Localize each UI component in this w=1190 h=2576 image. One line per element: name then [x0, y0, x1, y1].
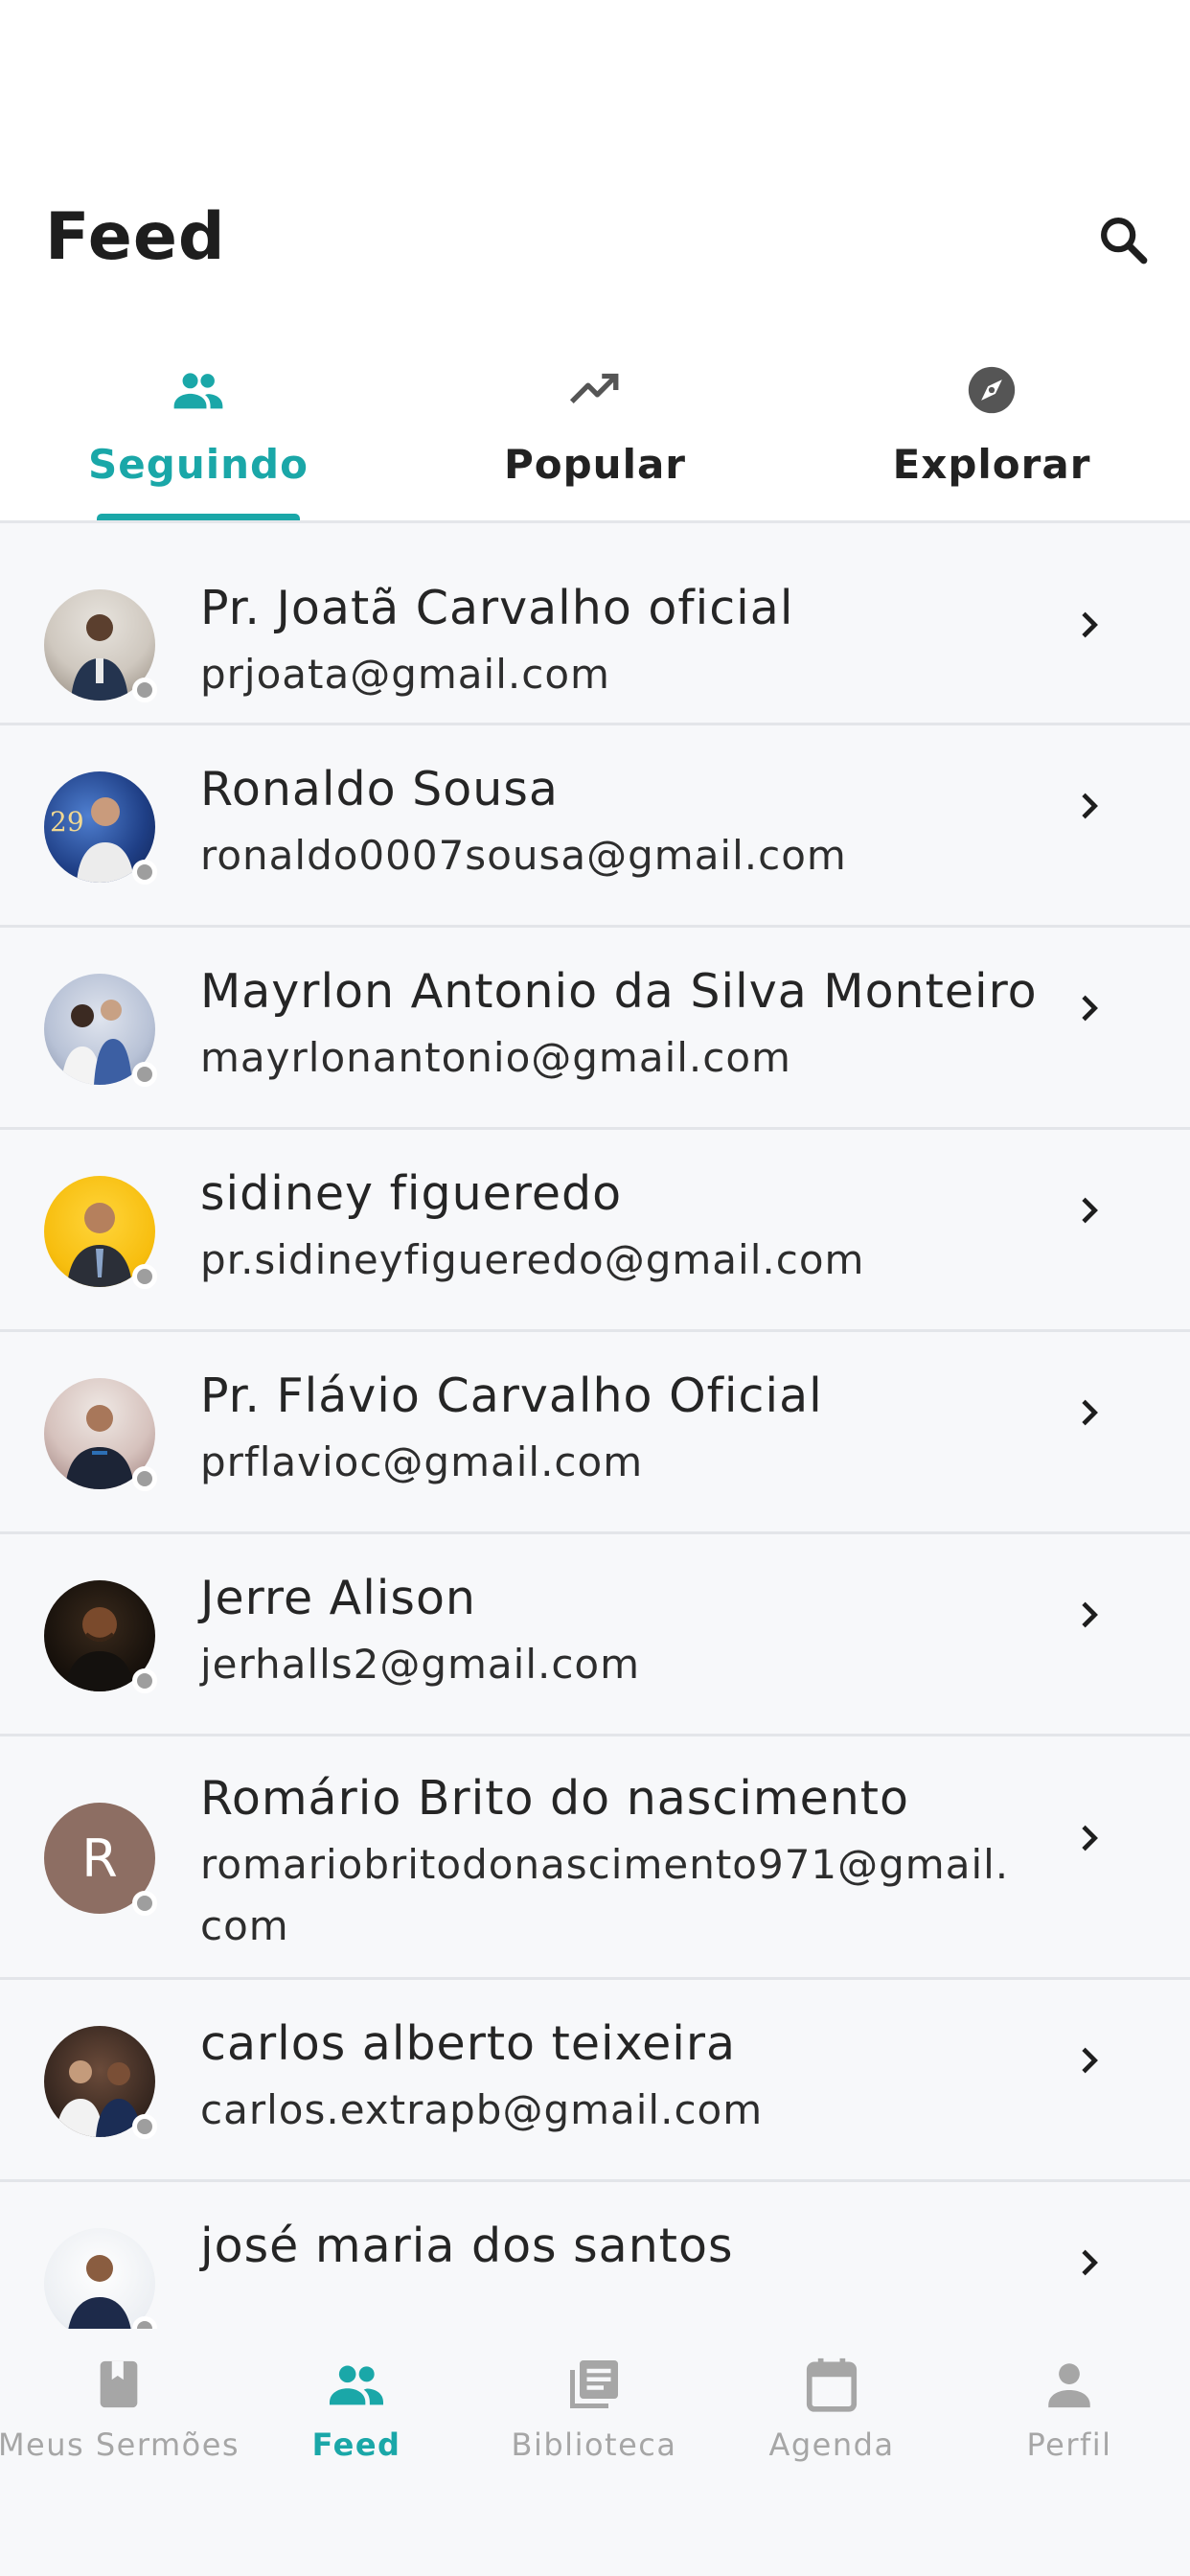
avatar [44, 589, 157, 702]
list-item[interactable]: Pr. Joatã Carvalho oficial prjoata@gmail… [0, 523, 1190, 725]
avatar: R [44, 1803, 157, 1916]
status-indicator [132, 2316, 157, 2329]
user-name: Romário Brito do nascimento [200, 1771, 909, 1826]
following-list: Pr. Joatã Carvalho oficial prjoata@gmail… [0, 523, 1190, 2329]
chevron-right-icon [1082, 1399, 1098, 1426]
chevron-right-icon [1082, 995, 1098, 1022]
avatar [44, 974, 157, 1087]
chevron-right-icon [1082, 1825, 1098, 1852]
avatar [44, 1378, 157, 1491]
list-item[interactable]: josé maria dos santos [0, 2182, 1190, 2329]
status-indicator [132, 1062, 157, 1087]
nav-item-agenda[interactable]: Agenda [713, 2329, 950, 2472]
status-indicator [132, 1891, 157, 1916]
user-email: pr.sidineyfigueredo@gmail.com [200, 1236, 865, 1283]
user-email: ronaldo0007sousa@gmail.com [200, 832, 847, 879]
chevron-right-icon [1082, 611, 1098, 638]
user-name: carlos alberto teixeira [200, 2016, 737, 2071]
user-name: Pr. Flávio Carvalho Oficial [200, 1368, 823, 1423]
user-email: romariobritodonascimento971@gmail.com [200, 1841, 1010, 1949]
user-name: Jerre Alison [200, 1571, 476, 1625]
status-indicator [132, 678, 157, 702]
nav-item-perfil[interactable]: Perfil [950, 2329, 1188, 2472]
chevron-right-icon [1082, 793, 1098, 819]
nav-item-meus-sermoes[interactable]: Meus Sermões [0, 2329, 240, 2472]
list-item[interactable]: R Romário Brito do nascimento romariobri… [0, 1736, 1190, 1980]
user-name: josé maria dos santos [200, 2219, 734, 2273]
avatar [44, 2026, 157, 2139]
status-indicator [132, 1264, 157, 1289]
bottom-nav: Meus Sermões Feed Biblioteca Agenda Perf… [0, 2329, 1190, 2576]
list-item[interactable]: 29 Ronaldo Sousa ronaldo0007sousa@gmail.… [0, 725, 1190, 928]
svg-text:29: 29 [50, 806, 84, 838]
list-item[interactable]: sidiney figueredo pr.sidineyfigueredo@gm… [0, 1130, 1190, 1332]
tab-explorar[interactable]: Explorar [793, 345, 1190, 522]
people-icon [326, 2354, 387, 2415]
tab-seguindo[interactable]: Seguindo [0, 345, 397, 522]
status-indicator [132, 1668, 157, 1693]
list-item[interactable]: carlos alberto teixeira carlos.extrapb@g… [0, 1980, 1190, 2182]
book-icon [88, 2354, 149, 2415]
user-name: Mayrlon Antonio da Silva Monteiro [200, 964, 1038, 1019]
user-email: carlos.extrapb@gmail.com [200, 2086, 764, 2133]
app-header: Feed Seguindo Popular Explorar [0, 0, 1190, 523]
nav-item-biblioteca[interactable]: Biblioteca [475, 2329, 713, 2472]
chevron-right-icon [1082, 1601, 1098, 1628]
nav-label: Biblioteca [511, 2426, 677, 2463]
compass-icon [962, 360, 1021, 420]
list-item[interactable]: Pr. Flávio Carvalho Oficial prflavioc@gm… [0, 1332, 1190, 1534]
search-icon [1101, 218, 1148, 264]
tab-popular[interactable]: Popular [397, 345, 793, 522]
avatar [44, 1176, 157, 1289]
page-title: Feed [45, 199, 226, 275]
feed-tabs: Seguindo Popular Explorar [0, 345, 1190, 522]
user-email: prflavioc@gmail.com [200, 1438, 644, 1485]
nav-label: Perfil [1026, 2426, 1112, 2463]
trending-up-icon [565, 360, 625, 420]
user-email: prjoata@gmail.com [200, 651, 610, 698]
status-indicator [132, 1466, 157, 1491]
nav-item-feed[interactable]: Feed [238, 2329, 475, 2472]
nav-label: Meus Sermões [0, 2426, 240, 2463]
person-icon [1039, 2354, 1100, 2415]
user-name: Pr. Joatã Carvalho oficial [200, 581, 794, 635]
tab-label: Popular [503, 441, 687, 488]
nav-label: Feed [311, 2426, 401, 2463]
user-name: sidiney figueredo [200, 1166, 623, 1221]
chevron-right-icon [1082, 2047, 1098, 2074]
search-button[interactable] [1088, 205, 1157, 274]
tab-label: Explorar [892, 441, 1091, 488]
avatar [44, 2228, 157, 2329]
user-name: Ronaldo Sousa [200, 762, 559, 816]
user-email: jerhalls2@gmail.com [200, 1641, 641, 1688]
list-item[interactable]: Mayrlon Antonio da Silva Monteiro mayrlo… [0, 928, 1190, 1130]
list-item[interactable]: Jerre Alison jerhalls2@gmail.com [0, 1534, 1190, 1736]
people-icon [169, 360, 228, 420]
avatar: 29 [44, 771, 157, 885]
tab-label: Seguindo [88, 441, 309, 488]
status-indicator [132, 2114, 157, 2139]
chevron-right-icon [1082, 2249, 1098, 2276]
nav-label: Agenda [768, 2426, 895, 2463]
chevron-right-icon [1082, 1197, 1098, 1224]
calendar-icon [801, 2354, 862, 2415]
avatar [44, 1580, 157, 1693]
library-icon [563, 2354, 625, 2415]
user-email: mayrlonantonio@gmail.com [200, 1034, 791, 1081]
status-indicator [132, 860, 157, 885]
